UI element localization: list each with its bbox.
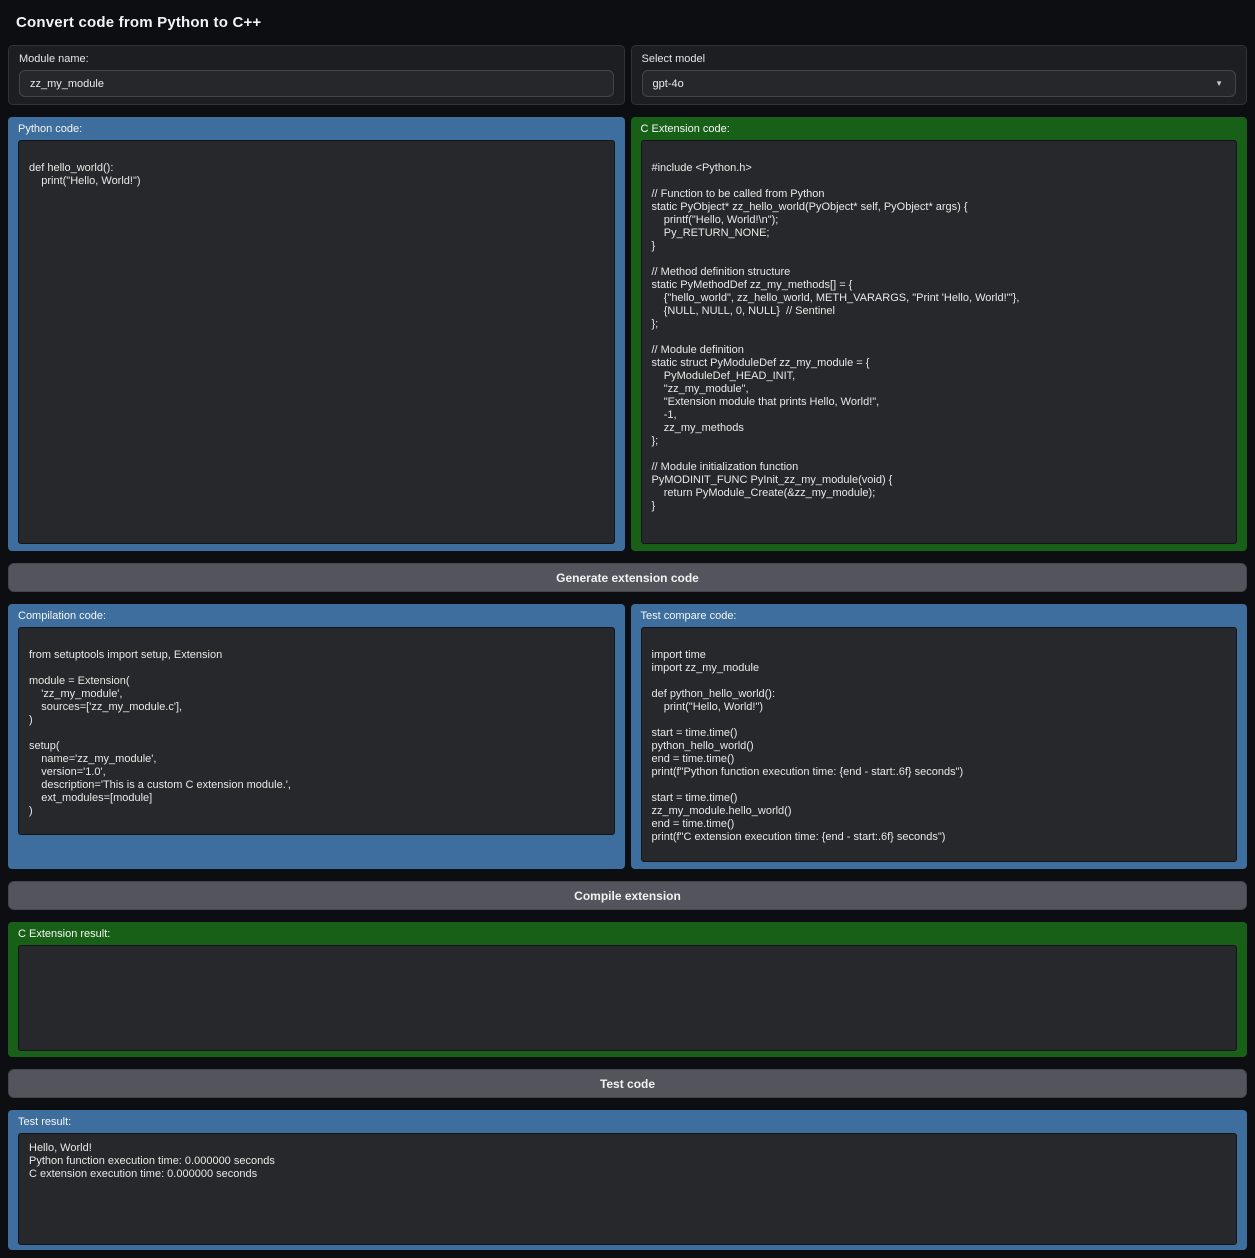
compile-extension-button[interactable]: Compile extension — [8, 881, 1247, 910]
python-code-panel: Python code: def hello_world(): print("H… — [8, 117, 625, 551]
c-extension-code-panel: C Extension code: #include <Python.h> //… — [631, 117, 1248, 551]
test-compare-code-textarea[interactable]: import time import zz_my_module def pyth… — [641, 627, 1238, 862]
settings-row: Module name: Select model gpt-4o ▼ — [8, 45, 1247, 105]
python-code-textarea[interactable]: def hello_world(): print("Hello, World!"… — [18, 140, 615, 544]
python-code-label: Python code: — [18, 117, 615, 140]
test-result-textarea[interactable]: Hello, World! Python function execution … — [18, 1133, 1237, 1245]
code-row: Python code: def hello_world(): print("H… — [8, 117, 1247, 551]
app-root: Convert code from Python to C++ Module n… — [8, 8, 1247, 1250]
c-extension-code-label: C Extension code: — [641, 117, 1238, 140]
c-extension-result-panel: C Extension result: — [8, 922, 1247, 1057]
model-selected-value: gpt-4o — [653, 78, 684, 90]
generate-extension-code-button[interactable]: Generate extension code — [8, 563, 1247, 592]
model-select-label: Select model — [642, 53, 1237, 65]
model-select-dropdown[interactable]: gpt-4o ▼ — [642, 70, 1237, 97]
test-result-panel: Test result: Hello, World! Python functi… — [8, 1110, 1247, 1250]
module-name-group: Module name: — [8, 45, 625, 105]
c-extension-result-label: C Extension result: — [18, 922, 1237, 945]
test-compare-code-panel: Test compare code: import time import zz… — [631, 604, 1248, 869]
compilation-code-textarea[interactable]: from setuptools import setup, Extension … — [18, 627, 615, 835]
model-select-group: Select model gpt-4o ▼ — [631, 45, 1248, 105]
test-result-label: Test result: — [18, 1110, 1237, 1133]
chevron-down-icon: ▼ — [1215, 79, 1225, 88]
compilation-code-panel: Compilation code: from setuptools import… — [8, 604, 625, 869]
test-code-button[interactable]: Test code — [8, 1069, 1247, 1098]
module-name-label: Module name: — [19, 53, 614, 65]
c-extension-code-textarea[interactable]: #include <Python.h> // Function to be ca… — [641, 140, 1238, 544]
page-title: Convert code from Python to C++ — [16, 14, 1239, 31]
module-name-input[interactable] — [19, 70, 614, 97]
c-extension-result-textarea[interactable] — [18, 945, 1237, 1051]
compilation-code-label: Compilation code: — [18, 604, 615, 627]
test-compare-code-label: Test compare code: — [641, 604, 1238, 627]
compile-row: Compilation code: from setuptools import… — [8, 604, 1247, 869]
